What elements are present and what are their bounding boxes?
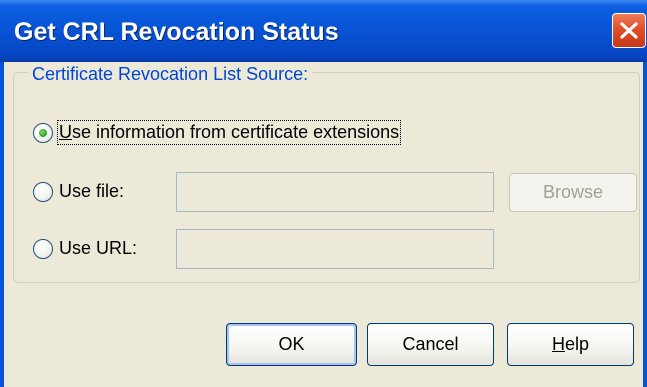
radio-cert-extensions-label[interactable]: Use information from certificate extensi… <box>56 120 402 145</box>
title-bar[interactable]: Get CRL Revocation Status <box>0 0 647 62</box>
file-path-input[interactable] <box>176 172 494 212</box>
mnemonic-u: U <box>59 122 72 142</box>
radio-use-url-label[interactable]: Use URL: <box>59 238 137 259</box>
window-frame-left <box>0 62 4 387</box>
help-label-rest: elp <box>564 334 590 354</box>
cancel-button[interactable]: Cancel <box>367 323 494 366</box>
radio-unselected-icon[interactable] <box>33 238 53 259</box>
close-icon <box>620 22 638 39</box>
group-legend: Certificate Revocation List Source: <box>28 64 313 85</box>
radio-use-file[interactable]: Use file: <box>33 181 124 202</box>
browse-button[interactable]: Browse <box>509 173 637 212</box>
window-title: Get CRL Revocation Status <box>14 18 339 46</box>
close-button[interactable] <box>612 13 646 48</box>
label-rest: se information from certificate extensio… <box>72 122 400 142</box>
radio-cert-extensions[interactable]: Use information from certificate extensi… <box>33 120 402 145</box>
radio-use-file-label[interactable]: Use file: <box>59 181 124 202</box>
url-input[interactable] <box>176 229 494 269</box>
mnemonic-h: H <box>551 334 565 354</box>
radio-dot <box>39 128 47 137</box>
help-button[interactable]: Help <box>507 323 634 366</box>
radio-selected-icon[interactable] <box>33 122 53 143</box>
radio-use-url[interactable]: Use URL: <box>33 238 137 259</box>
window-frame-right <box>643 62 647 387</box>
radio-unselected-icon[interactable] <box>33 181 53 202</box>
ok-button[interactable]: OK <box>226 323 357 366</box>
